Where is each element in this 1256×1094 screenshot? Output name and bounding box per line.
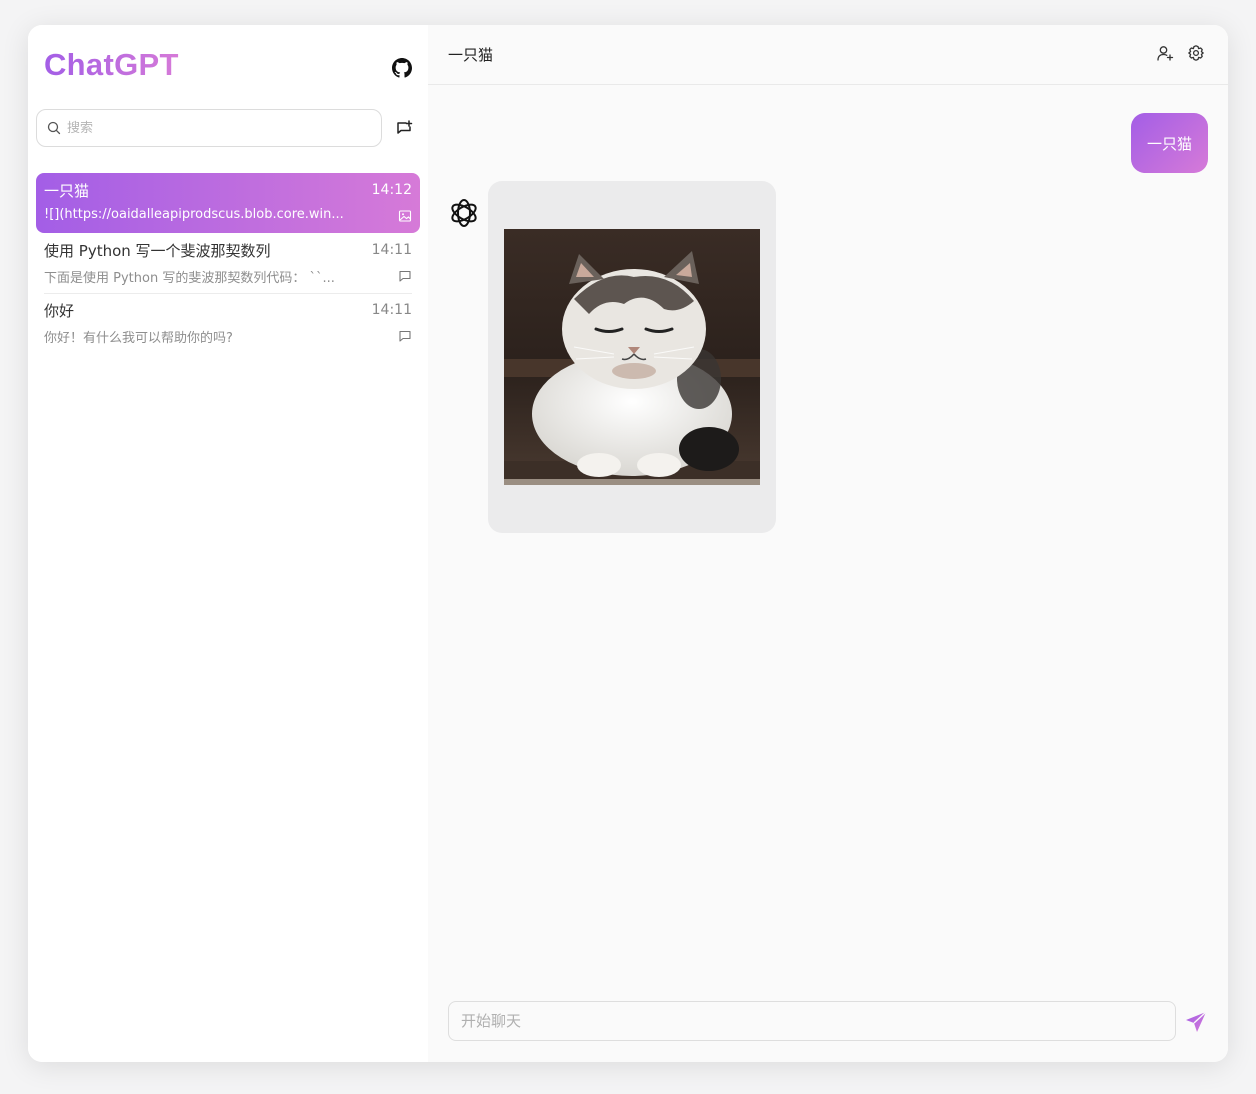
conversation-title: 你好 <box>44 302 75 320</box>
add-user-icon[interactable] <box>1156 44 1174 62</box>
conversation-item[interactable]: 你好 14:11 你好！有什么我可以帮助你的吗? <box>36 293 420 353</box>
openai-logo-icon <box>451 199 477 227</box>
conversation-title: 使用 Python 写一个斐波那契数列 <box>44 242 271 260</box>
message-input[interactable] <box>459 1011 1163 1031</box>
conversation-list: 一只猫 14:12 ![](https://oaidalleapiprodscu… <box>36 173 420 353</box>
conversation-preview: 下面是使用 Python 写的斐波那契数列代码： ``... <box>44 271 335 286</box>
message-icon <box>399 270 411 282</box>
app-window: ChatGPT 一只猫 14:12 ![](https://oaidalleap… <box>28 25 1228 1062</box>
conversation-title: 一只猫 <box>44 182 90 200</box>
conversation-time: 14:11 <box>371 302 412 318</box>
settings-icon[interactable] <box>1187 44 1205 62</box>
brand-logo: ChatGPT <box>44 47 179 82</box>
conversation-time: 14:12 <box>371 182 412 198</box>
chat-title: 一只猫 <box>448 46 494 64</box>
conversation-time: 14:11 <box>371 242 412 258</box>
github-icon[interactable] <box>392 58 412 78</box>
user-message-text: 一只猫 <box>1146 134 1192 153</box>
send-icon[interactable] <box>1184 1010 1208 1034</box>
user-message-bubble: 一只猫 <box>1130 113 1208 173</box>
conversation-item[interactable]: 一只猫 14:12 ![](https://oaidalleapiprodscu… <box>36 173 420 233</box>
image-icon <box>398 210 412 222</box>
new-chat-icon[interactable] <box>394 119 414 139</box>
conversation-item[interactable]: 使用 Python 写一个斐波那契数列 14:11 下面是使用 Python 写… <box>36 233 420 293</box>
cat-image[interactable] <box>504 229 760 485</box>
search-icon <box>47 121 61 135</box>
conversation-preview: 你好！有什么我可以帮助你的吗? <box>44 331 233 346</box>
assistant-message-bubble <box>488 181 776 533</box>
search-box <box>36 109 382 147</box>
chat-panel: 一只猫 一只猫 <box>428 25 1228 1062</box>
chat-header: 一只猫 <box>428 25 1228 85</box>
conversation-preview: ![](https://oaidalleapiprodscus.blob.cor… <box>44 207 344 222</box>
sidebar: ChatGPT 一只猫 14:12 ![](https://oaidalleap… <box>28 25 428 1062</box>
message-composer <box>448 1001 1176 1041</box>
search-input[interactable] <box>65 119 369 137</box>
message-icon <box>399 330 411 342</box>
